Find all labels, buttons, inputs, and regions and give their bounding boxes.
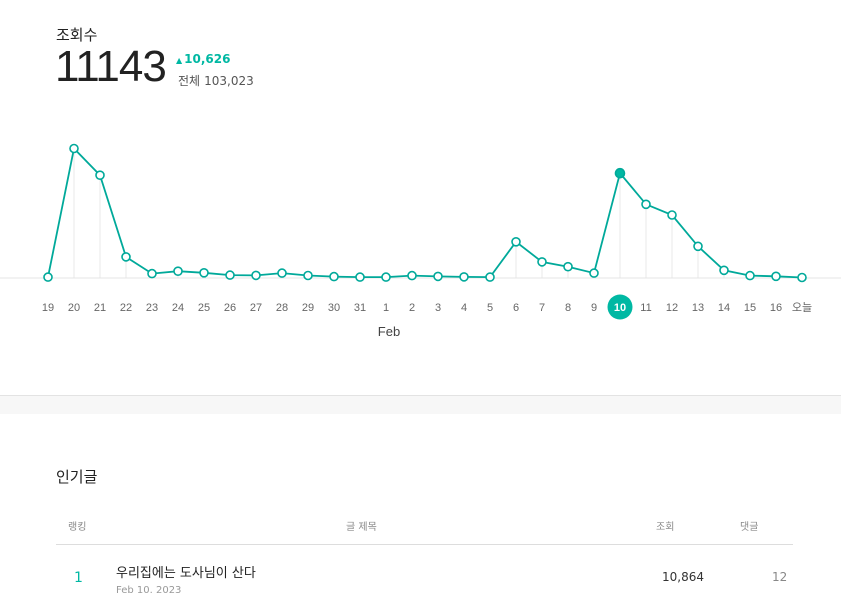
post-rank: 1 (74, 570, 83, 586)
x-tick-label[interactable]: 27 (250, 302, 262, 314)
table-header: 랭킹 글 제목 조회 댓글 (56, 518, 793, 545)
data-point[interactable] (95, 170, 105, 181)
data-point[interactable] (173, 266, 183, 276)
data-point[interactable] (641, 199, 651, 210)
x-tick-label[interactable]: 29 (302, 302, 314, 314)
x-tick-label[interactable]: 25 (198, 302, 210, 314)
x-tick-label[interactable]: 2 (409, 302, 415, 314)
up-arrow-icon: ▲ (176, 56, 183, 65)
data-point[interactable] (407, 270, 417, 281)
x-tick-label[interactable]: 12 (666, 302, 678, 314)
x-tick-label[interactable]: 6 (513, 302, 519, 314)
total-value: 103,023 (204, 74, 254, 88)
data-point[interactable] (303, 270, 313, 281)
data-point[interactable] (251, 270, 261, 281)
data-point[interactable] (199, 268, 209, 278)
x-tick-label[interactable]: 7 (539, 302, 545, 314)
data-point[interactable] (667, 210, 677, 220)
stats-panel: 조회수 11143 ▲ 10,626 전체 103,023 19 20 21 22 23 24… (0, 0, 841, 396)
data-point[interactable] (797, 272, 807, 283)
x-tick-label[interactable]: 3 (435, 302, 441, 314)
x-tick-label[interactable]: 24 (172, 302, 184, 314)
post-views: 10,864 (662, 570, 704, 584)
drop-lines (47, 148, 803, 278)
x-tick-label[interactable]: 10 (614, 302, 626, 314)
data-point[interactable] (745, 270, 755, 281)
table-row[interactable]: 1 우리집에는 도사님이 산다 Feb 10. 2023 10,864 12 (56, 554, 793, 606)
x-tick-label[interactable]: 16 (770, 302, 782, 314)
data-point[interactable] (563, 261, 573, 272)
x-tick-label[interactable]: 21 (94, 302, 106, 314)
delta-value: 10,626 (184, 52, 231, 66)
post-date: Feb 10. 2023 (116, 585, 182, 596)
x-tick-label[interactable]: 1 (383, 302, 389, 314)
x-tick-label[interactable]: 19 (42, 302, 54, 314)
x-tick-label[interactable]: 30 (328, 302, 340, 314)
data-point[interactable] (485, 272, 495, 282)
data-point[interactable] (614, 167, 626, 179)
popular-title: 인기글 (56, 468, 98, 486)
data-point[interactable] (355, 272, 365, 282)
x-tick-label[interactable]: 오늘 (792, 301, 812, 314)
data-point[interactable] (147, 268, 157, 279)
data-points (43, 143, 807, 283)
data-point[interactable] (719, 265, 729, 276)
x-tick-label[interactable]: 28 (276, 302, 288, 314)
x-tick-label[interactable]: 15 (744, 302, 756, 314)
x-tick-label[interactable]: 23 (146, 302, 158, 314)
series-line (47, 146, 803, 279)
data-point[interactable] (43, 272, 53, 282)
total-views: 전체 103,023 (178, 72, 254, 89)
x-tick-label[interactable]: 22 (120, 302, 132, 314)
data-point[interactable] (693, 241, 703, 252)
x-axis-labels: 19 20 21 22 23 24 25 26 27 28 29 30 31 1 2 3 4 5 6 7 8 9 10 11 1… (42, 294, 812, 320)
data-point[interactable] (511, 237, 521, 247)
data-point[interactable] (771, 271, 781, 282)
x-tick-label[interactable]: 8 (565, 302, 571, 314)
header-title: 글 제목 (346, 522, 377, 533)
data-point[interactable] (589, 268, 599, 278)
data-point[interactable] (225, 270, 235, 280)
data-point[interactable] (537, 257, 547, 267)
views-total: 11143 (55, 42, 167, 91)
month-label: Feb (378, 324, 400, 339)
post-title-link[interactable]: 우리집에는 도사님이 산다 (116, 562, 256, 581)
x-tick-label[interactable]: 9 (591, 302, 597, 314)
data-point[interactable] (381, 272, 391, 282)
x-tick-label[interactable]: 26 (224, 302, 236, 314)
data-point[interactable] (329, 271, 339, 282)
views-delta: ▲ 10,626 (176, 52, 230, 66)
popular-posts-section: 인기글 랭킹 글 제목 조회 댓글 1 우리집에는 도사님이 산다 Feb 10… (0, 414, 841, 606)
x-tick-label[interactable]: 20 (68, 302, 80, 314)
data-point[interactable] (121, 252, 131, 262)
x-tick-label[interactable]: 14 (718, 302, 730, 314)
header-rank: 랭킹 (68, 522, 87, 533)
x-tick-label[interactable]: 4 (461, 302, 467, 314)
data-point[interactable] (69, 143, 79, 154)
data-point[interactable] (433, 271, 443, 282)
views-line-chart: 19 20 21 22 23 24 25 26 27 28 29 30 31 1 2 3 4 5 6 7 8 9 10 11 1… (0, 143, 841, 339)
x-tick-label[interactable]: 11 (640, 302, 651, 314)
x-tick-label[interactable]: 31 (354, 302, 366, 314)
x-tick-label[interactable]: 13 (692, 302, 704, 314)
data-point[interactable] (277, 268, 287, 278)
section-gap (0, 396, 841, 414)
x-tick-label[interactable]: 5 (487, 302, 493, 314)
header-comments: 댓글 (740, 522, 759, 533)
total-label: 전체 (178, 74, 201, 88)
header-views: 조회 (656, 522, 675, 533)
post-comments: 12 (772, 570, 788, 584)
data-point[interactable] (459, 272, 469, 282)
